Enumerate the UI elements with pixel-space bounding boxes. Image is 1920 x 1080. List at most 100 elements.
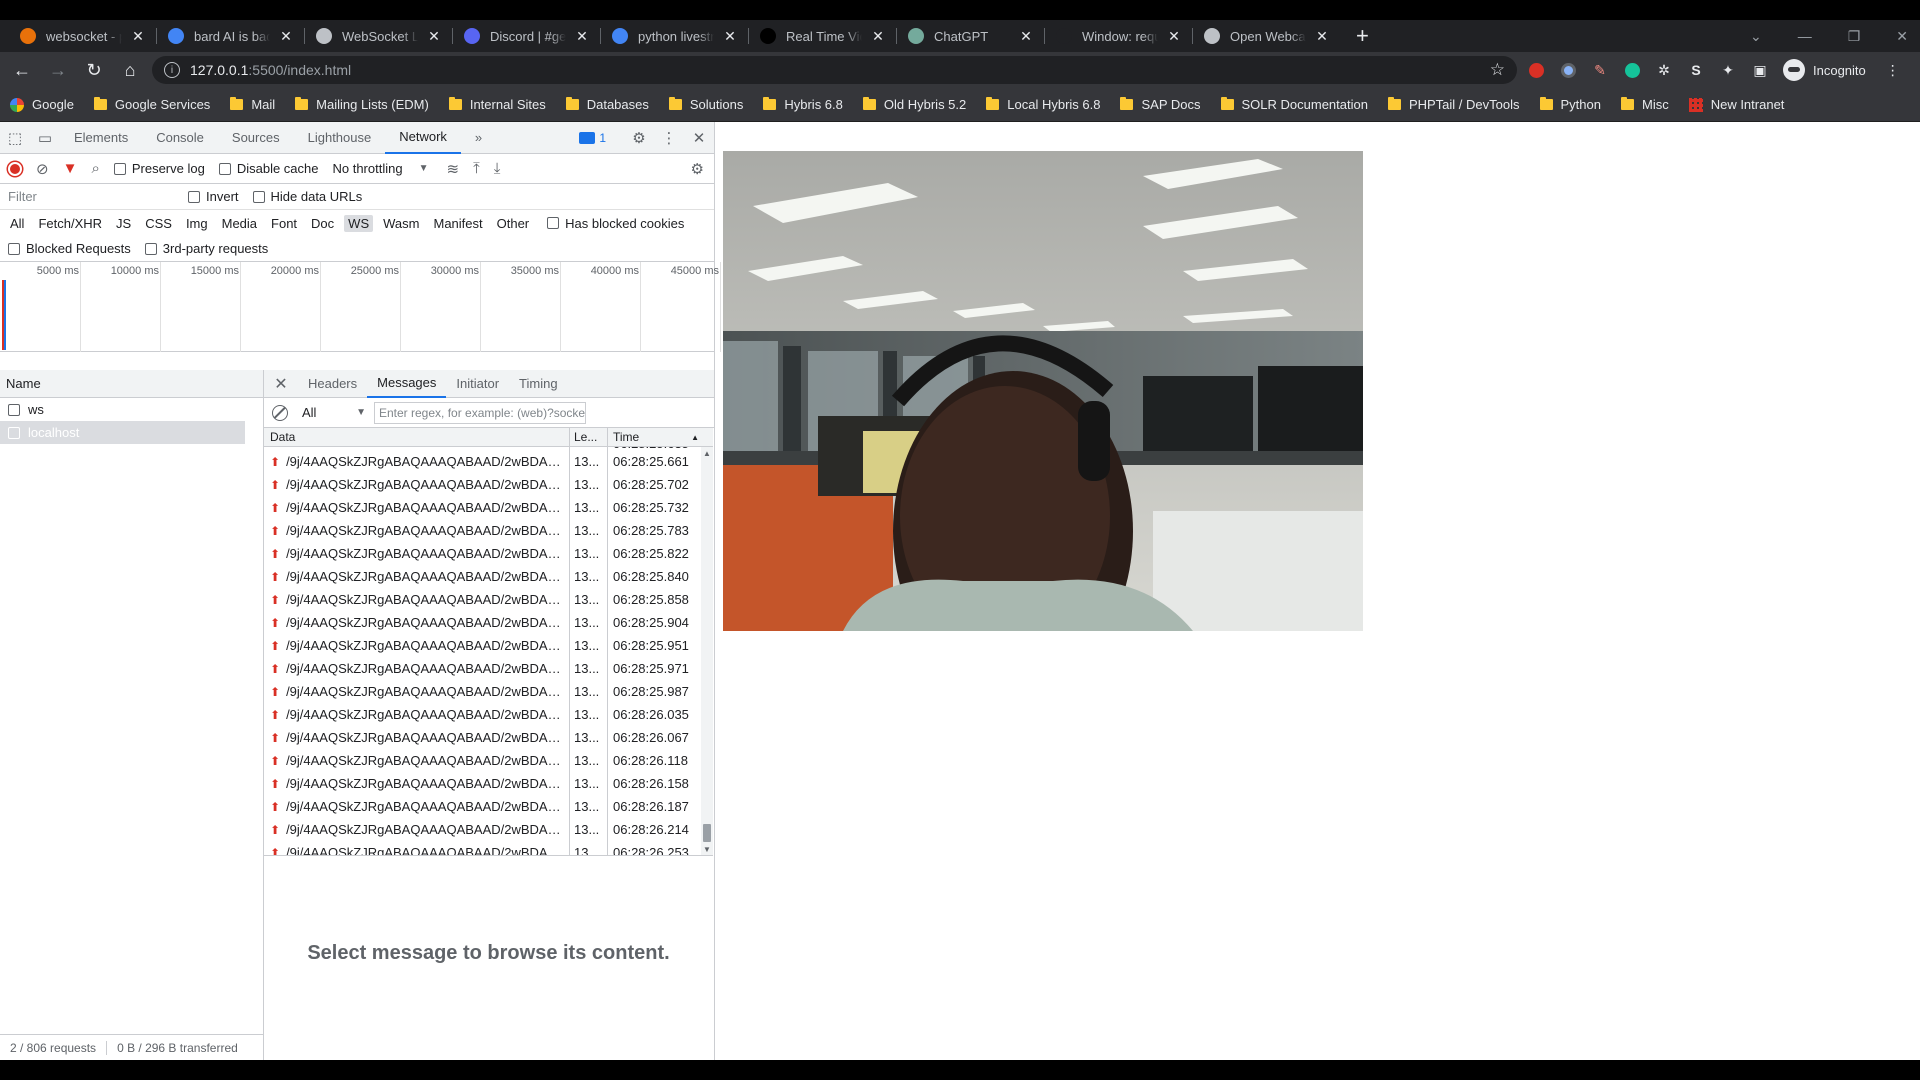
- length-column-header[interactable]: Le...: [570, 428, 608, 446]
- request-checkbox[interactable]: [8, 403, 20, 416]
- inspect-element-icon[interactable]: ⬚: [0, 129, 30, 147]
- detail-tab-headers[interactable]: Headers: [298, 370, 367, 398]
- network-overview-timeline[interactable]: 5000 ms 10000 ms 15000 ms 20000 ms 25000 ms 3…: [0, 262, 721, 352]
- bookmark-item[interactable]: Databases: [565, 97, 649, 112]
- type-filter-js[interactable]: JS: [112, 215, 135, 232]
- message-row[interactable]: ⬆ /9j/4AAQSkZJRgABAQAAAQABAAD/2wBDAAI... 1…: [264, 749, 713, 772]
- type-filter-ws[interactable]: WS: [344, 214, 374, 232]
- message-row[interactable]: ⬆ /9j/4AAQSkZJRgABAQAAAQABAAD/2wBDAAI... 1…: [264, 473, 713, 496]
- record-button[interactable]: [8, 161, 22, 176]
- side-panel-icon[interactable]: ▣: [1747, 57, 1773, 83]
- webcam-video[interactable]: [723, 151, 1363, 631]
- bookmark-item[interactable]: Mail: [230, 97, 275, 112]
- message-row[interactable]: ⬆ /9j/4AAQSkZJRgABAQAAAQABAAD/2wBDAAI... 1…: [264, 634, 713, 657]
- bookmark-item[interactable]: Local Hybris 6.8: [986, 97, 1100, 112]
- tab-close-icon[interactable]: ✕: [574, 28, 590, 45]
- network-conditions-icon[interactable]: ≋: [446, 160, 459, 178]
- scroll-up-icon[interactable]: ▲: [703, 449, 711, 458]
- scrollbar-thumb[interactable]: [703, 824, 711, 842]
- message-row[interactable]: ⬆ /9j/4AAQSkZJRgABAQAAAQABAAD/2wBDAAI... 1…: [264, 818, 713, 841]
- close-detail-icon[interactable]: ✕: [264, 374, 298, 394]
- type-filter-all[interactable]: All: [6, 215, 28, 232]
- back-button[interactable]: ←: [8, 56, 36, 84]
- s-extension-icon[interactable]: S: [1683, 57, 1709, 83]
- devtools-tab-elements[interactable]: Elements: [60, 122, 142, 154]
- vpn-extension-icon[interactable]: [1555, 57, 1581, 83]
- type-filter-media[interactable]: Media: [218, 215, 261, 232]
- bookmark-item[interactable]: PHPTail / DevTools: [1387, 97, 1520, 112]
- third-party-checkbox[interactable]: 3rd-party requests: [144, 241, 268, 256]
- grammarly-extension-icon[interactable]: [1619, 57, 1645, 83]
- type-filter-manifest[interactable]: Manifest: [429, 215, 486, 232]
- type-filter-img[interactable]: Img: [182, 215, 212, 232]
- browser-tab[interactable]: bard AI is bad - Googl ✕: [156, 20, 304, 52]
- browser-tab[interactable]: Window: requestAnim ✕: [1044, 20, 1192, 52]
- has-blocked-cookies-checkbox[interactable]: Has blocked cookies: [547, 216, 684, 231]
- time-column-header[interactable]: Time ▲: [608, 428, 713, 446]
- home-button[interactable]: ⌂: [116, 56, 144, 84]
- type-filter-wasm[interactable]: Wasm: [379, 215, 423, 232]
- messages-scrollbar[interactable]: ▲ ▼: [701, 447, 713, 855]
- tab-close-icon[interactable]: ✕: [1018, 28, 1034, 45]
- more-tabs-button[interactable]: »: [461, 122, 496, 154]
- bookmark-item[interactable]: Python: [1539, 97, 1601, 112]
- address-bar[interactable]: i 127.0.0.1:5500/index.html ☆: [152, 56, 1517, 84]
- reload-button[interactable]: ↻: [80, 56, 108, 84]
- devtools-tab-network[interactable]: Network: [385, 122, 461, 154]
- regex-filter-input[interactable]: Enter regex, for example: (web)?socket: [374, 401, 586, 424]
- bookmark-item[interactable]: SAP Docs: [1120, 97, 1201, 112]
- site-info-icon[interactable]: i: [164, 62, 180, 78]
- tab-close-icon[interactable]: ✕: [1166, 28, 1182, 45]
- message-row[interactable]: ⬆ /9j/4AAQSkZJRgABAQAAAQABAAD/2wBDAAI... 1…: [264, 588, 713, 611]
- detail-tab-messages[interactable]: Messages: [367, 370, 447, 398]
- close-devtools-icon[interactable]: ✕: [684, 129, 714, 147]
- adblock-extension-icon[interactable]: [1523, 57, 1549, 83]
- tab-search-chevron-icon[interactable]: ⌄: [1750, 28, 1762, 45]
- bookmark-item[interactable]: Misc: [1620, 97, 1669, 112]
- clear-messages-icon[interactable]: [272, 404, 288, 421]
- incognito-profile-button[interactable]: Incognito: [1783, 59, 1866, 81]
- tab-close-icon[interactable]: ✕: [426, 28, 442, 45]
- minimize-icon[interactable]: —: [1798, 28, 1812, 44]
- bookmark-item[interactable]: Old Hybris 5.2: [862, 97, 966, 112]
- filter-funnel-icon[interactable]: ▼: [63, 160, 78, 177]
- browser-tab[interactable]: Real Time Video Strea ✕: [748, 20, 896, 52]
- bookmark-item[interactable]: Mailing Lists (EDM): [295, 97, 429, 112]
- browser-tab[interactable]: Discord | #general-ne ✕: [452, 20, 600, 52]
- device-toolbar-icon[interactable]: ▭: [30, 129, 60, 147]
- bookmark-item[interactable]: Google: [10, 97, 74, 112]
- message-row[interactable]: ⬆ /9j/4AAQSkZJRgABAQAAAQABAAD/2wBDAAI... 1…: [264, 611, 713, 634]
- new-tab-button[interactable]: +: [1350, 20, 1375, 52]
- settings-gear-icon[interactable]: ⚙: [624, 129, 654, 147]
- message-row[interactable]: ⬆ /9j/4AAQSkZJRgABAQAAAQABAAD/2wBDAAI... 1…: [264, 841, 713, 855]
- bookmark-item[interactable]: SOLR Documentation: [1220, 97, 1368, 112]
- browser-tab[interactable]: Open Webcam throug ✕: [1192, 20, 1340, 52]
- type-filter-other[interactable]: Other: [493, 215, 534, 232]
- tab-close-icon[interactable]: ✕: [870, 28, 886, 45]
- preserve-log-checkbox[interactable]: Preserve log: [113, 161, 205, 176]
- data-column-header[interactable]: Data: [264, 428, 570, 446]
- extensions-puzzle-icon[interactable]: ✦: [1715, 57, 1741, 83]
- devtools-tab-console[interactable]: Console: [142, 122, 218, 154]
- network-settings-gear-icon[interactable]: ⚙: [691, 160, 704, 178]
- message-row[interactable]: ⬆ /9j/4AAQSkZJRgABAQAAAQABAAD/2wBDAAI... 1…: [264, 795, 713, 818]
- detail-tab-timing[interactable]: Timing: [509, 370, 568, 398]
- detail-tab-initiator[interactable]: Initiator: [446, 370, 509, 398]
- message-row[interactable]: ⬆ /9j/4AAQSkZJRgABAQAAAQABAAD/2wBDAAI... 1…: [264, 726, 713, 749]
- message-row[interactable]: ⬆ /9j/4AAQSkZJRgABAQAAAQABAAD/2wBDAAI... 1…: [264, 565, 713, 588]
- message-row[interactable]: ⬆ /9j/4AAQSkZJRgABAQAAAQABAAD/2wBDAAI... 1…: [264, 703, 713, 726]
- message-row[interactable]: ⬆ /9j/4AAQSkZJRgABAQAAAQABAAD/2wBDAAI... 1…: [264, 542, 713, 565]
- blocked-requests-checkbox[interactable]: Blocked Requests: [8, 241, 131, 256]
- menu-icon[interactable]: ⋮: [1880, 57, 1906, 83]
- browser-tab[interactable]: WebSocket LiveStream ✕: [304, 20, 452, 52]
- filter-input[interactable]: Filter: [8, 189, 188, 204]
- devtools-tab-sources[interactable]: Sources: [218, 122, 294, 154]
- type-filter-font[interactable]: Font: [267, 215, 301, 232]
- scroll-down-icon[interactable]: ▼: [703, 845, 711, 854]
- pen-extension-icon[interactable]: ✎: [1587, 57, 1613, 83]
- export-har-icon[interactable]: ⤓: [494, 160, 501, 177]
- close-window-icon[interactable]: ✕: [1896, 28, 1908, 45]
- message-type-select[interactable]: All ▼: [302, 405, 366, 420]
- message-row[interactable]: ⬆ /9j/4AAQSkZJRgABAQAAAQABAAD/2wBDAAI... 1…: [264, 519, 713, 542]
- import-har-icon[interactable]: ⤒: [473, 160, 480, 177]
